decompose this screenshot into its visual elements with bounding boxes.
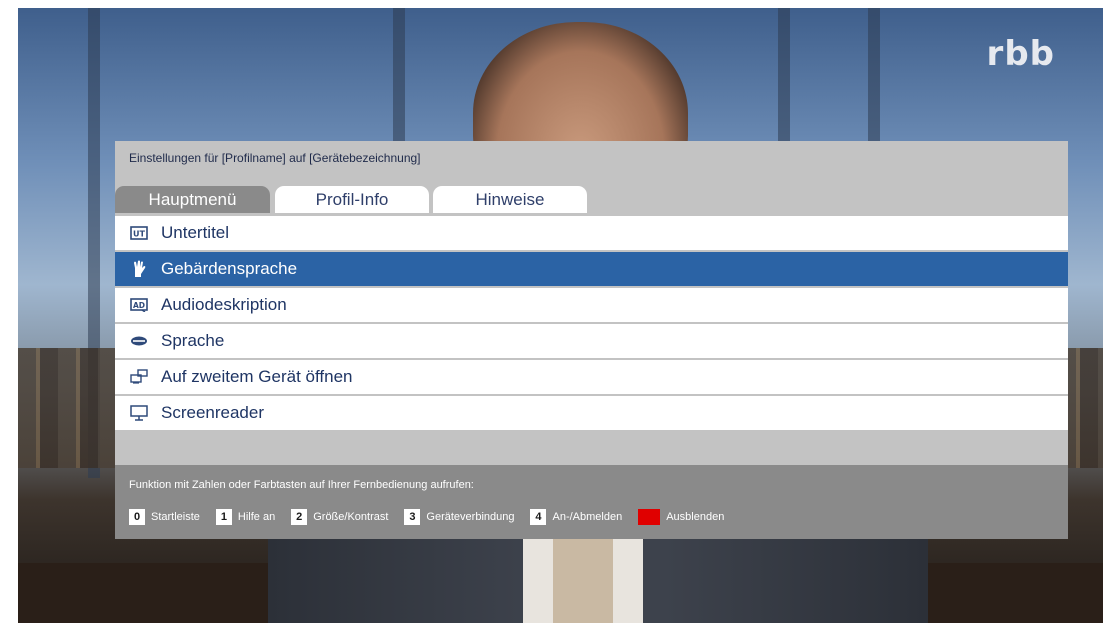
tab-hinweise[interactable]: Hinweise (433, 186, 587, 213)
key-legend: 0 Startleiste 1 Hilfe an 2 Größe/Kontras… (129, 509, 740, 525)
menu-item-zweites-geraet[interactable]: Auf zweitem Gerät öffnen (115, 360, 1068, 394)
key-label: Geräteverbindung (426, 511, 515, 523)
key-label: Hilfe an (237, 511, 276, 523)
key-0-badge: 0 (129, 509, 145, 525)
menu-item-untertitel[interactable]: UT Untertitel (115, 216, 1068, 250)
settings-panel: Einstellungen für [Profilname] auf [Gerä… (115, 141, 1068, 539)
svg-text:UT: UT (133, 230, 145, 239)
red-key-icon (638, 509, 661, 525)
key-label: Startleiste (151, 511, 200, 523)
screenreader-icon (129, 404, 149, 422)
menu-item-label: Audiodeskription (161, 295, 287, 314)
audio-description-icon: AD (129, 296, 149, 314)
tab-profil-info[interactable]: Profil-Info (275, 186, 429, 213)
key-1-hilfe[interactable]: 1 Hilfe an (215, 509, 276, 525)
red-key-ausblenden[interactable]: Ausblenden (638, 509, 724, 525)
language-icon (129, 332, 149, 350)
key-label: Größe/Kontrast (313, 511, 389, 523)
menu-item-screenreader[interactable]: Screenreader (115, 396, 1068, 430)
menu-item-label: Screenreader (161, 403, 265, 422)
key-2-groesse-kontrast[interactable]: 2 Größe/Kontrast (291, 509, 388, 525)
second-device-icon (129, 368, 149, 386)
channel-logo: rbb (986, 34, 1055, 74)
menu-item-sprache[interactable]: Sprache (115, 324, 1068, 358)
main-menu: UT Untertitel Gebärdensprache AD Audiode… (115, 216, 1068, 432)
key-label: Ausblenden (666, 511, 725, 523)
remote-key-help: Funktion mit Zahlen oder Farbtasten auf … (115, 465, 1068, 539)
svg-text:AD: AD (133, 301, 145, 310)
sign-language-icon (129, 260, 149, 278)
key-2-badge: 2 (291, 509, 308, 525)
key-0-startleiste[interactable]: 0 Startleiste (129, 509, 200, 525)
tab-hauptmenu[interactable]: Hauptmenü (115, 186, 270, 213)
key-3-badge: 3 (404, 509, 421, 525)
key-label: An-/Abmelden (552, 511, 623, 523)
menu-item-audiodeskription[interactable]: AD Audiodeskription (115, 288, 1068, 322)
menu-item-label: Untertitel (161, 223, 230, 242)
presenter-tie (553, 538, 613, 623)
key-4-badge: 4 (530, 509, 547, 525)
menu-item-gebaerdensprache[interactable]: Gebärdensprache (115, 252, 1068, 286)
menu-item-label: Auf zweitem Gerät öffnen (161, 367, 353, 386)
key-1-badge: 1 (215, 509, 232, 525)
menu-item-label: Gebärdensprache (161, 259, 298, 278)
panel-title: Einstellungen für [Profilname] auf [Gerä… (129, 151, 421, 165)
key-4-anmelden[interactable]: 4 An-/Abmelden (530, 509, 622, 525)
footer-instruction: Funktion mit Zahlen oder Farbtasten auf … (129, 479, 474, 491)
subtitle-icon: UT (129, 224, 149, 242)
menu-item-label: Sprache (161, 331, 225, 350)
key-3-geraeteverbindung[interactable]: 3 Geräteverbindung (404, 509, 514, 525)
